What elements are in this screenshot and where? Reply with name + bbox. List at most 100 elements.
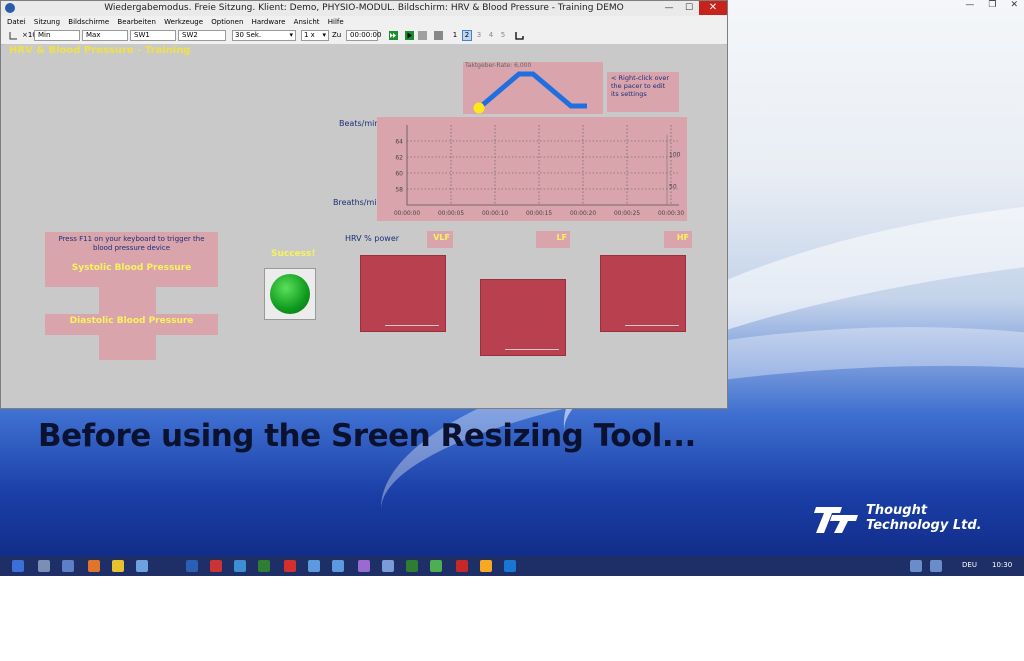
y2-tick-label: 100 bbox=[669, 152, 681, 159]
taskbar: DEU 10:30 bbox=[0, 556, 1024, 576]
step-icon[interactable] bbox=[515, 31, 524, 40]
tt-logo-icon bbox=[814, 507, 858, 533]
diastolic-bar bbox=[99, 335, 156, 360]
taskbar-app-icon[interactable] bbox=[258, 560, 270, 572]
taskbar-app-icon[interactable] bbox=[406, 560, 418, 572]
menu-ansicht[interactable]: Ansicht bbox=[294, 18, 320, 26]
y-tick-label: 64 bbox=[395, 139, 403, 146]
taskbar-app-icon[interactable] bbox=[38, 560, 50, 572]
tray-language[interactable]: DEU bbox=[962, 561, 977, 569]
pause-icon[interactable] bbox=[418, 31, 427, 40]
page-button-3[interactable]: 3 bbox=[474, 31, 484, 39]
lf-bar bbox=[480, 279, 566, 356]
vlf-label: VLF bbox=[427, 231, 453, 248]
screen-title: HRV & Blood Pressure - Training bbox=[9, 45, 191, 56]
taskbar-app-icon[interactable] bbox=[210, 560, 222, 572]
minimize-icon[interactable]: — bbox=[659, 1, 679, 15]
taskbar-app-icon[interactable] bbox=[186, 560, 198, 572]
taskbar-app-icon[interactable] bbox=[136, 560, 148, 572]
pacer-hint-box: < Right-click over the pacer to edit its… bbox=[607, 72, 679, 112]
restore-icon[interactable]: ❐ bbox=[988, 0, 996, 10]
start-icon[interactable] bbox=[12, 560, 24, 572]
chrome-icon[interactable] bbox=[112, 560, 124, 572]
x-tick-label: 00:00:00 bbox=[394, 211, 420, 217]
fast-forward-icon[interactable] bbox=[389, 31, 398, 40]
speed-select[interactable]: 1 x bbox=[301, 30, 329, 41]
menu-werkzeuge[interactable]: Werkzeuge bbox=[164, 18, 203, 26]
taskbar-app-icon[interactable] bbox=[480, 560, 492, 572]
taskbar-app-icon[interactable] bbox=[358, 560, 370, 572]
hrv-chart: 58 60 62 64 50 100 00:00:00 00:00:05 00:00:10 00:… bbox=[377, 117, 687, 221]
diastolic-panel: Diastolic Blood Pressure bbox=[45, 314, 218, 335]
x-tick-label: 00:00:05 bbox=[438, 211, 464, 217]
menu-hilfe[interactable]: Hilfe bbox=[328, 18, 344, 26]
tray-icon[interactable] bbox=[930, 560, 942, 572]
y2-tick-label: 50 bbox=[669, 183, 677, 190]
desktop-window-controls: — ❐ ✕ bbox=[965, 0, 1018, 10]
menu-sitzung[interactable]: Sitzung bbox=[34, 18, 60, 26]
play-icon[interactable] bbox=[405, 31, 414, 40]
menu-bildschirme[interactable]: Bildschirme bbox=[68, 18, 109, 26]
page-button-5[interactable]: 5 bbox=[498, 31, 508, 39]
taskbar-app-icon[interactable] bbox=[382, 560, 394, 572]
y-tick-label: 58 bbox=[395, 187, 403, 194]
toolbar: ×10 Min Max SW1 SW2 30 Sek. 1 x Zu 00:00… bbox=[1, 28, 727, 45]
hf-label: HF bbox=[664, 231, 692, 248]
systolic-label: Systolic Blood Pressure bbox=[71, 263, 192, 273]
taskbar-app-icon[interactable] bbox=[234, 560, 246, 572]
taskbar-app-icon[interactable] bbox=[308, 560, 320, 572]
success-indicator bbox=[264, 268, 316, 320]
close-icon[interactable]: ✕ bbox=[1010, 0, 1018, 10]
axis-icon[interactable] bbox=[9, 31, 18, 40]
close-button[interactable]: ✕ bbox=[699, 1, 727, 15]
systolic-bar bbox=[99, 287, 156, 314]
bp-panel: Press F11 on your keyboard to trigger th… bbox=[45, 232, 218, 287]
menu-datei[interactable]: Datei bbox=[7, 18, 26, 26]
time-field[interactable]: 00:00:00 bbox=[346, 30, 381, 41]
app-window: Wiedergabemodus. Freie Sitzung. Klient: … bbox=[0, 0, 728, 409]
taskbar-app-icon[interactable] bbox=[332, 560, 344, 572]
max-field[interactable]: Max bbox=[82, 30, 128, 41]
min-field[interactable]: Min bbox=[34, 30, 80, 41]
sw2-field[interactable]: SW2 bbox=[178, 30, 226, 41]
stop-icon[interactable] bbox=[434, 31, 443, 40]
taskbar-app-icon[interactable] bbox=[504, 560, 516, 572]
hf-bar bbox=[600, 255, 686, 332]
tray-icon[interactable] bbox=[910, 560, 922, 572]
taskbar-app-icon[interactable] bbox=[62, 560, 74, 572]
minimize-icon[interactable]: — bbox=[965, 0, 974, 10]
screen-area: HRV & Blood Pressure - Training Taktgebe… bbox=[5, 44, 723, 396]
page-button-2[interactable]: 2 bbox=[462, 30, 472, 41]
goto-label: Zu bbox=[332, 31, 342, 39]
x-tick-label: 00:00:10 bbox=[482, 211, 508, 217]
page-button-4[interactable]: 4 bbox=[486, 31, 496, 39]
bp-instruction: Press F11 on your keyboard to trigger th… bbox=[58, 235, 205, 252]
duration-select[interactable]: 30 Sek. bbox=[232, 30, 296, 41]
pacer-graphic bbox=[473, 71, 587, 114]
firefox-icon[interactable] bbox=[88, 560, 100, 572]
sw1-field[interactable]: SW1 bbox=[130, 30, 176, 41]
y-tick-label: 62 bbox=[395, 155, 403, 162]
taskbar-app-icon[interactable] bbox=[284, 560, 296, 572]
success-light-icon bbox=[270, 274, 310, 314]
vlf-bar bbox=[360, 255, 446, 332]
menu-optionen[interactable]: Optionen bbox=[211, 18, 243, 26]
taskbar-app-icon[interactable] bbox=[456, 560, 468, 572]
window-title: Wiedergabemodus. Freie Sitzung. Klient: … bbox=[104, 3, 624, 13]
thought-technology-logo: Thought Technology Ltd. bbox=[810, 503, 1020, 537]
menu-bearbeiten[interactable]: Bearbeiten bbox=[117, 18, 155, 26]
maximize-icon[interactable]: ☐ bbox=[679, 1, 699, 15]
logo-text: Thought Technology Ltd. bbox=[866, 503, 982, 533]
taskbar-app-icon[interactable] bbox=[430, 560, 442, 572]
tray-clock[interactable]: 10:30 bbox=[992, 561, 1012, 569]
breaths-label: Breaths/min bbox=[333, 198, 382, 207]
menu-hardware[interactable]: Hardware bbox=[252, 18, 286, 26]
hf-slider-track bbox=[625, 325, 679, 326]
pacer-hint: < Right-click over the pacer to edit its… bbox=[611, 74, 670, 98]
y-tick-label: 60 bbox=[395, 171, 403, 178]
x-tick-label: 00:00:25 bbox=[614, 211, 640, 217]
page-button-1[interactable]: 1 bbox=[450, 31, 460, 39]
pacer-panel[interactable]: Taktgeber-Rate: 6,000 bbox=[463, 62, 603, 114]
title-bar: Wiedergabemodus. Freie Sitzung. Klient: … bbox=[1, 1, 727, 16]
menu-bar: Datei Sitzung Bildschirme Bearbeiten Wer… bbox=[1, 16, 727, 28]
